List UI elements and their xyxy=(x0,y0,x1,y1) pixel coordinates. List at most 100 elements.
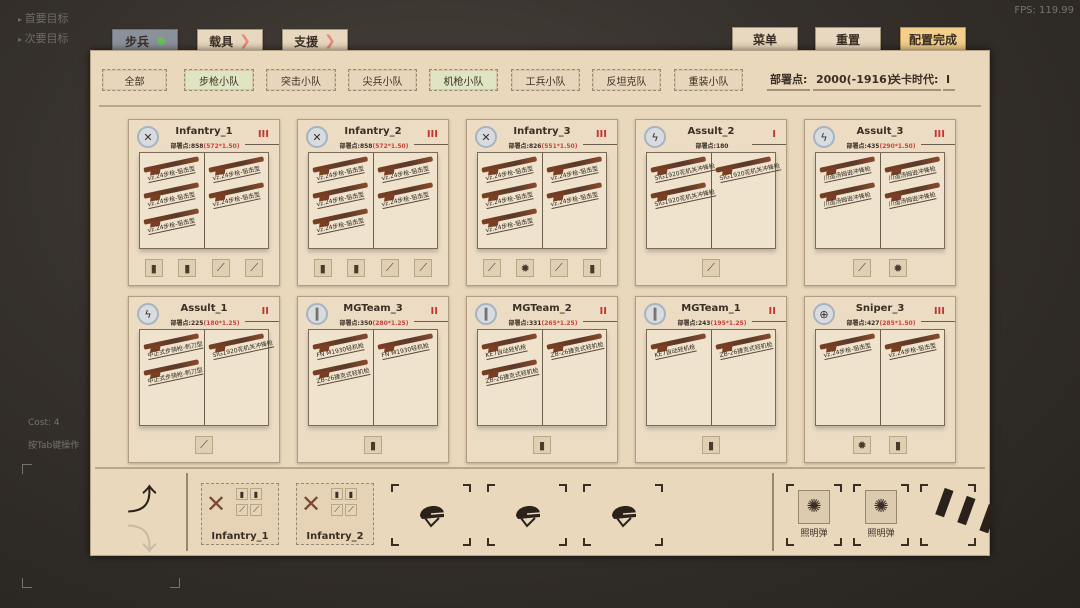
move-down-arrow-icon[interactable]: ⤵ xyxy=(127,515,157,559)
support-label: 照明弹 xyxy=(867,529,895,539)
rank-badge: III xyxy=(426,129,438,140)
weapon-column-left: 中正式步骑枪-刺刀型 中正式步骑枪-刺刀型 xyxy=(140,330,204,425)
objective-primary: 首要目标 xyxy=(18,10,69,26)
done-button[interactable]: 配置完成 xyxy=(900,27,966,51)
squad-name: Infantry_1 xyxy=(211,531,269,542)
filter-button-3[interactable]: 尖兵小队 xyxy=(348,69,417,91)
move-up-arrow-icon[interactable]: ⤴ xyxy=(127,475,157,519)
era-value: I xyxy=(943,69,955,91)
objective-secondary: 次要目标 xyxy=(18,30,69,46)
stick-grenade-icon[interactable]: ⟋ xyxy=(482,259,501,277)
weapon-column-left: vz.24步枪-狙击型 vz.24步枪-狙击型 vz.24步枪-狙击型 xyxy=(478,153,542,248)
empty-squad-slot[interactable] xyxy=(583,484,663,546)
weapon-item[interactable]: KE7自动轻机枪 xyxy=(647,327,710,363)
weapon-item[interactable]: ZB-26捷克式轻机枪 xyxy=(543,327,606,363)
weapon-item[interactable]: SIG1920花机关冲锋枪 xyxy=(205,327,274,363)
canister-grenade-icon[interactable]: ▮ xyxy=(347,259,366,277)
canister-grenade-icon[interactable]: ▮ xyxy=(889,436,907,454)
empty-squad-slot[interactable] xyxy=(391,484,471,546)
points-multiplier: (572*1.50) xyxy=(372,143,409,150)
equipment-row: ▮ xyxy=(298,436,448,454)
canister-grenade-icon[interactable]: ▮ xyxy=(364,436,382,454)
menu-button[interactable]: 菜单 xyxy=(732,27,798,51)
stick-grenade-icon: ⟋ xyxy=(345,504,357,516)
deploy-points-label: 部署点: xyxy=(767,69,811,91)
weapon-item[interactable]: ZB-26捷克式轻机枪 xyxy=(712,327,775,363)
filter-button-7[interactable]: 重装小队 xyxy=(674,69,743,91)
squad-points: 部署点:180 xyxy=(662,141,762,150)
stick-grenade-icon[interactable]: ⟋ xyxy=(245,259,264,277)
squad-card[interactable]: ║ MGTeam_3 部署点:350(280*1.25) II FN M1930轻机枪 Z… xyxy=(297,296,449,463)
squad-card[interactable]: ✕ Infantry_1 部署点:858(572*1.50) III vz.24步枪-狙… xyxy=(128,119,280,286)
active-indicator-icon xyxy=(157,37,165,45)
filter-button-1[interactable]: 步枪小队 xyxy=(184,69,254,91)
squad-card[interactable]: ║ MGTeam_2 部署点:331(265*1.25) II KE7自动轻机枪 ZB-2… xyxy=(466,296,618,463)
stick-grenade-icon[interactable]: ⟋ xyxy=(380,259,399,277)
weapon-column-left: vz.24步枪-狙击型 vz.24步枪-狙击型 vz.24步枪-狙击型 xyxy=(309,153,373,248)
stick-grenade-icon[interactable]: ⟋ xyxy=(414,259,433,277)
weapon-item[interactable]: vz.24步枪-狙击型 xyxy=(816,327,879,363)
canister-grenade-icon: ▮ xyxy=(236,488,248,500)
stick-grenade-icon[interactable]: ⟋ xyxy=(702,259,720,277)
slot-bracket xyxy=(968,538,976,546)
stick-grenade-icon[interactable]: ⟋ xyxy=(195,436,213,454)
divider xyxy=(414,321,448,322)
weapon-box: 中正式步骑枪-刺刀型 中正式步骑枪-刺刀型 SIG1920花机关冲锋枪 xyxy=(139,327,274,426)
fps-counter: FPS: 119.99 xyxy=(1014,5,1074,16)
canister-grenade-icon[interactable]: ▮ xyxy=(144,259,163,277)
support-slot[interactable]: ✺ 照明弹 xyxy=(786,484,842,546)
stick-grenade-icon[interactable]: ⟋ xyxy=(211,259,230,277)
squad-card[interactable]: ✕ Infantry_2 部署点:858(572*1.50) III vz.24步枪-狙… xyxy=(297,119,449,286)
filter-button-0[interactable]: 全部 xyxy=(102,69,167,91)
weapon-item[interactable]: SIG1920花机关冲锋枪 xyxy=(712,150,781,186)
points-value: 331 xyxy=(528,320,542,327)
filter-button-5[interactable]: 工兵小队 xyxy=(511,69,580,91)
support-slot[interactable]: ❚❚❚ xyxy=(920,481,1006,546)
points-label: 部署点: xyxy=(339,143,360,150)
frag-grenade-icon[interactable]: ✹ xyxy=(853,436,871,454)
weapon-column-right: vz.24步枪-狙击型 xyxy=(879,327,945,425)
points-multiplier: (551*1.50) xyxy=(541,143,578,150)
squad-name: Infantry_3 xyxy=(513,126,571,137)
empty-squad-slot[interactable] xyxy=(487,484,567,546)
stick-grenade-icon[interactable]: ⟋ xyxy=(549,259,568,277)
squad-points: 部署点:826(551*1.50) xyxy=(493,141,593,150)
selected-squad[interactable]: ✕ ▮ ▮ ⟋ ⟋ Infantry_2 xyxy=(296,483,374,545)
canister-grenade-icon[interactable]: ▮ xyxy=(313,259,332,277)
canister-grenade-icon[interactable]: ▮ xyxy=(702,436,720,454)
chevron-right-icon: ❯ xyxy=(239,33,251,49)
squad-card[interactable]: ϟ Assult_1 部署点:225(180*1.25) II 中正式步骑枪-刺刀型 中正… xyxy=(128,296,280,463)
squad-card[interactable]: ϟ Assult_2 部署点:180 I SIG1920花机关冲锋枪 SIG1920花机关… xyxy=(635,119,787,286)
canister-grenade-icon[interactable]: ▮ xyxy=(583,259,602,277)
selected-squad[interactable]: ✕ ▮ ▮ ⟋ ⟋ Infantry_1 xyxy=(201,483,279,545)
points-value: 427 xyxy=(866,320,880,327)
frag-grenade-icon[interactable]: ✹ xyxy=(889,259,907,277)
filter-button-2[interactable]: 突击小队 xyxy=(266,69,336,91)
weapon-item[interactable]: FN M1930轻机枪 xyxy=(374,327,437,363)
canister-grenade-icon[interactable]: ▮ xyxy=(533,436,551,454)
equipment-row: ▮ ▮ ⟋ ⟋ xyxy=(298,259,448,277)
stick-grenade-icon: ⟋ xyxy=(236,504,248,516)
weapon-item[interactable]: vz.24步枪-狙击型 xyxy=(881,327,944,363)
stick-grenade-icon[interactable]: ⟋ xyxy=(853,259,871,277)
filter-button-4[interactable]: 机枪小队 xyxy=(429,69,498,91)
filter-button-6[interactable]: 反坦克队 xyxy=(592,69,661,91)
canister-grenade-icon[interactable]: ▮ xyxy=(178,259,197,277)
equipment-row: ▮ ▮ ⟋ ⟋ xyxy=(129,259,279,277)
squad-card[interactable]: ϟ Assult_3 部署点:435(290*1.50) III 川造汤姆逊冲锋枪 川造汤… xyxy=(804,119,956,286)
slot-bracket xyxy=(853,538,861,546)
canister-grenade-icon: ▮ xyxy=(250,488,262,500)
squad-points: 部署点:350(280*1.25) xyxy=(324,318,424,327)
squad-card[interactable]: ║ MGTeam_1 部署点:243(195*1.25) II KE7自动轻机枪 ZB-2… xyxy=(635,296,787,463)
squad-card[interactable]: ✕ Infantry_3 部署点:826(551*1.50) III vz.24步枪-狙… xyxy=(466,119,618,286)
reset-button[interactable]: 重置 xyxy=(815,27,881,51)
canister-grenade-icon: ▮ xyxy=(331,488,343,500)
frag-grenade-icon[interactable]: ✹ xyxy=(516,259,535,277)
weapon-column-right: vz.24步枪-狙击型 vz.24步枪-狙击型 xyxy=(203,153,269,248)
tab-label: 步兵 xyxy=(124,34,149,49)
squad-points: 部署点:243(195*1.25) xyxy=(662,318,762,327)
support-slot[interactable]: ✺ 照明弹 xyxy=(853,484,909,546)
squad-card[interactable]: ⊕ Sniper_3 部署点:427(285*1.50) III vz.24步枪-狙击型… xyxy=(804,296,956,463)
stick-grenade-icon: ⟋ xyxy=(331,504,343,516)
weapon-box: KE7自动轻机枪 ZB-26捷克式轻机枪 xyxy=(646,329,776,426)
